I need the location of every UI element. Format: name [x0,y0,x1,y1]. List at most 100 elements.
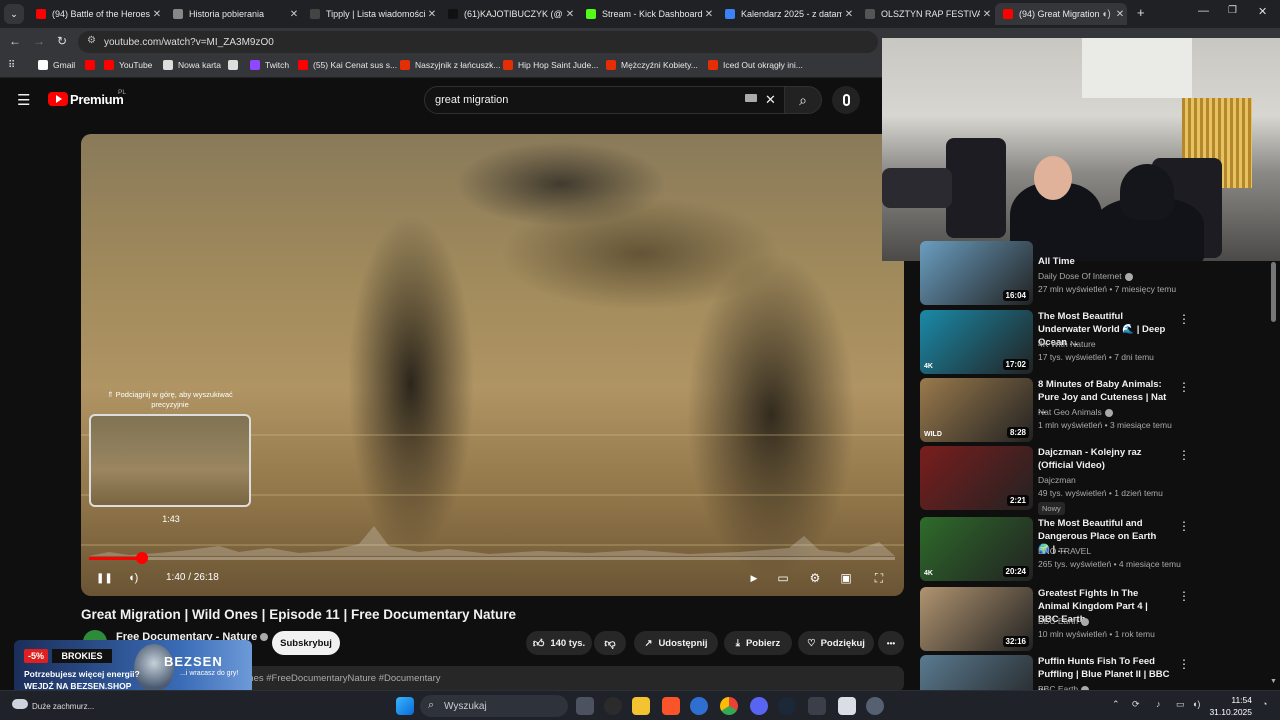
terminal-icon[interactable] [808,697,826,715]
tab-close-icon[interactable]: ✕ [150,9,164,20]
more-options-icon[interactable]: ⋮ [1178,519,1190,533]
speaker-icon[interactable]: ◖) [1192,699,1200,709]
video-thumbnail[interactable]: 4K 17:02 [920,310,1033,374]
file-explorer-icon[interactable] [632,697,650,715]
channel-name[interactable]: Nat Geo Animals [1038,407,1113,417]
settings-icon[interactable] [866,697,884,715]
more-options-icon[interactable]: ⋮ [1178,312,1190,326]
keyboard-icon[interactable] [745,94,757,102]
more-actions-button[interactable]: ••• [878,631,904,655]
app-icon[interactable] [604,697,622,715]
tab-close-icon[interactable]: ✕ [287,9,301,20]
bookmark-item[interactable]: YouTube [104,60,152,70]
bookmark-item[interactable] [85,60,100,70]
browser-tab[interactable]: Kalendarz 2025 - z datam ✕ [717,3,856,25]
video-thumbnail[interactable]: WILD 8:28 [920,378,1033,442]
channel-name[interactable]: Daily Dose Of Internet [1038,271,1133,281]
channel-name[interactable]: ENO TRAVEL [1038,546,1091,556]
video-title[interactable]: Dajczman - Kolejny raz (Official Video) [1038,446,1170,472]
video-thumbnail[interactable]: 32:16 [920,587,1033,651]
bookmark-item[interactable]: Nowa karta [163,60,221,70]
video-thumbnail[interactable]: 4K 20:24 [920,517,1033,581]
taskbar-search[interactable]: ⌕ Wyszukaj [420,695,568,717]
address-bar[interactable]: ⚙ youtube.com/watch?v=MI_ZA3M9zO0 [78,31,878,53]
weather-text[interactable]: Duże zachmurz... [32,702,94,711]
recommendation-item[interactable]: 32:16 Greatest Fights In The Animal Kingd… [920,587,1265,651]
new-tab-button[interactable]: + [1137,5,1145,20]
sidebar-scrollbar[interactable] [1271,262,1276,322]
tab-close-icon[interactable]: ✕ [702,9,716,20]
back-icon[interactable]: ← [9,34,21,48]
share-button[interactable]: ↗ Udostępnij [634,631,718,655]
network-icon[interactable]: ▭ [1176,699,1185,710]
tab-close-icon[interactable]: ✕ [980,9,994,20]
channel-name[interactable]: 4K With Nature [1038,339,1096,349]
notepad-icon[interactable] [838,697,856,715]
more-options-icon[interactable]: ⋮ [1178,657,1190,671]
bookmark-item[interactable]: Mężczyźni Kobiety... [606,60,698,70]
subscribe-button[interactable]: Subskrybuj [272,631,340,655]
notifications-icon[interactable]: ◔ [1262,699,1267,709]
channel-name[interactable]: BBC Earth [1038,616,1090,626]
video-thumbnail[interactable]: 16:04 [920,241,1033,305]
miniplayer-icon[interactable]: ▣ [837,570,855,586]
recommendation-item[interactable]: 16:04 All Time Daily Dose Of Internet 27 ml… [920,241,1265,305]
scroll-down-icon[interactable]: ▼ [1270,678,1277,685]
restore-button[interactable]: ❐ [1228,5,1237,16]
dislike-button[interactable]: 👎︎ [594,631,626,655]
tray-chevron-icon[interactable]: ⌃ [1112,699,1120,710]
bookmark-item[interactable]: Iced Out okrągły ini... [708,60,803,70]
browser-tab[interactable]: OLSZTYN RAP FESTIVAL -✕ [857,3,994,25]
bookmark-item[interactable]: (55) Kai Cenat sus s... [298,60,397,70]
site-info-icon[interactable]: ⚙ [87,35,96,46]
tab-audio-icon[interactable]: ◖) [1099,9,1113,20]
logo-text[interactable]: Premium [70,92,124,107]
steam-icon[interactable] [778,697,796,715]
bookmark-item[interactable]: Hip Hop Saint Jude... [503,60,598,70]
video-title[interactable]: All Time [1038,255,1170,268]
recommendation-item[interactable]: 4K 20:24 The Most Beautiful and Dangerous … [920,517,1265,581]
start-icon[interactable] [396,697,414,715]
browser-tab[interactable]: Historia pobierania ✕ [165,3,301,25]
chrome-icon[interactable] [720,697,738,715]
more-options-icon[interactable]: ⋮ [1178,589,1190,603]
browser-tab[interactable]: Tipply | Lista wiadomości ✕ [302,3,439,25]
tray-app-icon[interactable]: ⟳ [1132,699,1140,710]
bookmark-item[interactable]: Naszyjnik z łańcuszk... [400,60,501,70]
youtube-logo-icon[interactable] [48,92,68,106]
recommendation-item[interactable]: 4K 17:02 The Most Beautiful Underwater Wor… [920,310,1265,374]
bookmark-item[interactable]: Twitch [250,60,289,70]
recommendation-item[interactable]: WILD 8:28 8 Minutes of Baby Animals: Pure … [920,378,1265,442]
menu-icon[interactable]: ☰ [17,91,30,109]
browser-tab[interactable]: (94) Battle of the Heroes ✕ [28,3,164,25]
autoplay-toggle-icon[interactable]: ▶ [744,570,764,586]
browser-tab[interactable]: (94) Great Migration ◖) ✕ [995,3,1127,25]
search-input[interactable]: great migration ✕ [424,86,786,114]
tab-search-icon[interactable]: ⌄ [4,4,24,24]
bookmark-item[interactable]: Gmail [38,60,75,70]
tab-close-icon[interactable]: ✕ [1113,9,1127,20]
taskbar-clock[interactable]: 11:54 31.10.2025 [1209,694,1252,718]
bookmark-item[interactable] [228,60,243,70]
browser-tab[interactable]: (61)KAJOTIBUCZYK (@kaj✕ [440,3,577,25]
minimize-button[interactable]: — [1198,5,1209,17]
tab-close-icon[interactable]: ✕ [425,9,439,20]
apps-grid-icon[interactable]: ⠿ [8,60,15,71]
recommendation-item[interactable]: 2:21 Dajczman - Kolejny raz (Official Vid… [920,446,1265,515]
discord-icon[interactable] [750,697,768,715]
thanks-button[interactable]: ♡ Podziękuj [798,631,874,655]
more-options-icon[interactable]: ⋮ [1178,380,1190,394]
forward-icon[interactable]: → [33,34,45,48]
channel-name[interactable]: Dajczman [1038,475,1076,485]
browser-tab[interactable]: Stream - Kick Dashboard ✕ [578,3,716,25]
weather-icon[interactable] [12,699,28,709]
reload-icon[interactable]: ↻ [57,34,67,48]
like-button[interactable]: 👍︎ 140 tys. [526,631,592,655]
subtitles-icon[interactable]: ▭ [774,570,792,586]
volume-icon[interactable]: ◖) [128,570,138,586]
app-icon[interactable] [690,697,708,715]
tab-close-icon[interactable]: ✕ [563,9,577,20]
tab-close-icon[interactable]: ✕ [842,9,856,20]
progress-bar[interactable] [89,557,895,560]
search-button[interactable]: ⌕ [784,86,822,114]
